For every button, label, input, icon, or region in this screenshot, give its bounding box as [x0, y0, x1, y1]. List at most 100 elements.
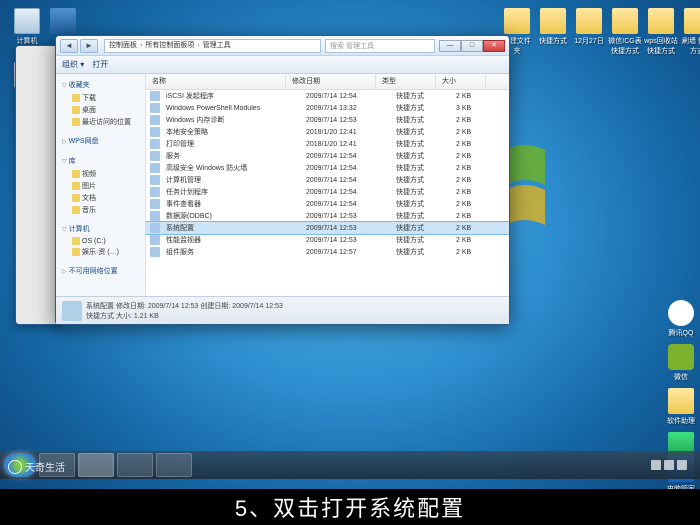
tray-icon[interactable]: [677, 460, 687, 470]
sidebar-item[interactable]: 桌面: [58, 104, 143, 116]
cell-type: 快捷方式: [390, 151, 450, 161]
file-row-event[interactable]: 事件查看器2009/7/14 12:54快捷方式2 KB: [146, 198, 509, 210]
new-folder-icon: [504, 8, 530, 34]
cell-date: 2009/7/14 12:54: [300, 153, 390, 160]
breadcrumb-part[interactable]: 管理工具: [203, 39, 231, 53]
file-row-perf[interactable]: 性能监视器2009/7/14 12:53快捷方式2 KB: [146, 234, 509, 246]
col-name[interactable]: 名称: [146, 74, 286, 89]
cell-date: 2018/1/20 12:41: [300, 129, 390, 136]
col-date[interactable]: 修改日期: [286, 74, 376, 89]
icg-icon: [612, 8, 638, 34]
cell-type: 快捷方式: [390, 199, 450, 209]
cell-type: 快捷方式: [390, 91, 450, 101]
icon-label: 软件助理: [664, 416, 698, 426]
file-row-cfg[interactable]: 系统配置2009/7/14 12:53快捷方式2 KB: [146, 222, 509, 234]
cell-size: 2 KB: [450, 201, 500, 208]
file-icon: [150, 91, 160, 101]
desktop-icon-shortcut1[interactable]: 快捷方式: [536, 8, 570, 46]
sidebar-item[interactable]: 文档: [58, 192, 143, 204]
desktop-icon-wps[interactable]: wps回收站 快捷方式: [644, 8, 678, 56]
cell-size: 2 KB: [450, 249, 500, 256]
desktop-icon-computer[interactable]: 计算机: [10, 8, 44, 46]
cell-size: 2 KB: [450, 177, 500, 184]
folder-icon: [72, 194, 80, 202]
taskbar-item-explorer[interactable]: [78, 453, 114, 477]
explorer-window: ◄ ► 控制面板› 所有控制面板项› 管理工具 搜索 管理工具 — □ ✕ 组织…: [55, 35, 510, 325]
file-icon: [150, 187, 160, 197]
sidebar-computer[interactable]: 计算机: [58, 222, 143, 236]
icon-label: 腾讯QQ: [664, 328, 698, 338]
icon-label: 刷墙 快捷方式: [680, 36, 700, 56]
cell-size: 2 KB: [450, 237, 500, 244]
open-button[interactable]: 打开: [92, 59, 108, 70]
cell-type: 快捷方式: [390, 103, 450, 113]
status-bar: 系统配置 修改日期: 2009/7/14 12:53 创建日期: 2009/7/…: [56, 296, 509, 324]
file-row-mgmt[interactable]: 计算机管理2009/7/14 12:54快捷方式2 KB: [146, 174, 509, 186]
cell-type: 快捷方式: [390, 127, 450, 137]
address-bar[interactable]: 控制面板› 所有控制面板项› 管理工具: [104, 39, 321, 53]
tray-icon[interactable]: [651, 460, 661, 470]
file-row-mem[interactable]: Windows 内存诊断2009/7/14 12:53快捷方式2 KB: [146, 114, 509, 126]
sidebar-item[interactable]: 音乐: [58, 204, 143, 216]
cell-name: 服务: [160, 151, 300, 161]
close-button[interactable]: ✕: [483, 40, 505, 52]
tray-icon[interactable]: [664, 460, 674, 470]
sidebar-item[interactable]: OS (C:): [58, 236, 143, 246]
sidebar-libraries[interactable]: 库: [58, 154, 143, 168]
back-button[interactable]: ◄: [60, 39, 78, 53]
taskbar-item[interactable]: [156, 453, 192, 477]
cell-name: Windows PowerShell Modules: [160, 105, 300, 112]
system-tray[interactable]: [651, 460, 696, 470]
sidebar: 收藏夹 下载桌面最近访问的位置 WPS网盘 库 视频图片文档音乐 计算机 OS …: [56, 74, 146, 296]
file-row-print[interactable]: 打印管理2018/1/20 12:41快捷方式2 KB: [146, 138, 509, 150]
cell-date: 2009/7/14 12:57: [300, 249, 390, 256]
sidebar-item[interactable]: 娱乐·资 (…): [58, 246, 143, 258]
sidebar-favorites[interactable]: 收藏夹: [58, 78, 143, 92]
desktop-icon-shortcut2[interactable]: 刷墙 快捷方式: [680, 8, 700, 56]
taskbar-item[interactable]: [117, 453, 153, 477]
file-row-ps[interactable]: Windows PowerShell Modules2009/7/14 13:3…: [146, 102, 509, 114]
maximize-button[interactable]: □: [461, 40, 483, 52]
breadcrumb-part[interactable]: 所有控制面板项: [145, 39, 194, 53]
desktop-icon-qq[interactable]: 腾讯QQ: [664, 300, 698, 338]
cell-date: 2009/7/14 13:32: [300, 105, 390, 112]
sidebar-item[interactable]: 图片: [58, 180, 143, 192]
file-icon: [150, 103, 160, 113]
desktop-icon-assist[interactable]: 软件助理: [664, 388, 698, 426]
icon-label: 微信: [664, 372, 698, 382]
forward-button[interactable]: ►: [80, 39, 98, 53]
desktop-icon-date-1227[interactable]: 12月27日: [572, 8, 606, 46]
desktop-icon-icg[interactable]: 微信ICG表 快捷方式: [608, 8, 642, 56]
status-line1: 系统配置 修改日期: 2009/7/14 12:53 创建日期: 2009/7/…: [86, 301, 283, 311]
minimize-button[interactable]: —: [439, 40, 461, 52]
date-1227-icon: [576, 8, 602, 34]
col-size[interactable]: 大小: [436, 74, 486, 89]
folder-icon: [72, 237, 80, 245]
sidebar-item[interactable]: 视频: [58, 168, 143, 180]
file-row-comp[interactable]: 组件服务2009/7/14 12:57快捷方式2 KB: [146, 246, 509, 258]
cell-date: 2018/1/20 12:41: [300, 141, 390, 148]
icon-label: 快捷方式: [536, 36, 570, 46]
cell-name: 本地安全策略: [160, 127, 300, 137]
file-row-sched[interactable]: 任务计划程序2009/7/14 12:54快捷方式2 KB: [146, 186, 509, 198]
search-input[interactable]: 搜索 管理工具: [325, 39, 435, 53]
file-row-sec[interactable]: 本地安全策略2018/1/20 12:41快捷方式2 KB: [146, 126, 509, 138]
organize-menu[interactable]: 组织 ▾: [62, 59, 84, 70]
cell-size: 2 KB: [450, 93, 500, 100]
sidebar-item[interactable]: 最近访问的位置: [58, 116, 143, 128]
breadcrumb-part[interactable]: 控制面板: [109, 39, 137, 53]
sidebar-item[interactable]: 下载: [58, 92, 143, 104]
file-icon: [150, 151, 160, 161]
file-row-odbc[interactable]: 数据源(ODBC)2009/7/14 12:53快捷方式2 KB: [146, 210, 509, 222]
titlebar: ◄ ► 控制面板› 所有控制面板项› 管理工具 搜索 管理工具 — □ ✕: [56, 36, 509, 56]
sidebar-network[interactable]: 不可用网络位置: [58, 264, 143, 278]
file-row-fw[interactable]: 高级安全 Windows 防火墙2009/7/14 12:54快捷方式2 KB: [146, 162, 509, 174]
sidebar-wps[interactable]: WPS网盘: [58, 134, 143, 148]
file-row-isci[interactable]: iSCSI 发起程序2009/7/14 12:54快捷方式2 KB: [146, 90, 509, 102]
file-row-svc[interactable]: 服务2009/7/14 12:54快捷方式2 KB: [146, 150, 509, 162]
cell-date: 2009/7/14 12:53: [300, 117, 390, 124]
file-icon: [150, 127, 160, 137]
col-type[interactable]: 类型: [376, 74, 436, 89]
desktop-icon-wechat[interactable]: 微信: [664, 344, 698, 382]
folder-icon: [72, 106, 80, 114]
